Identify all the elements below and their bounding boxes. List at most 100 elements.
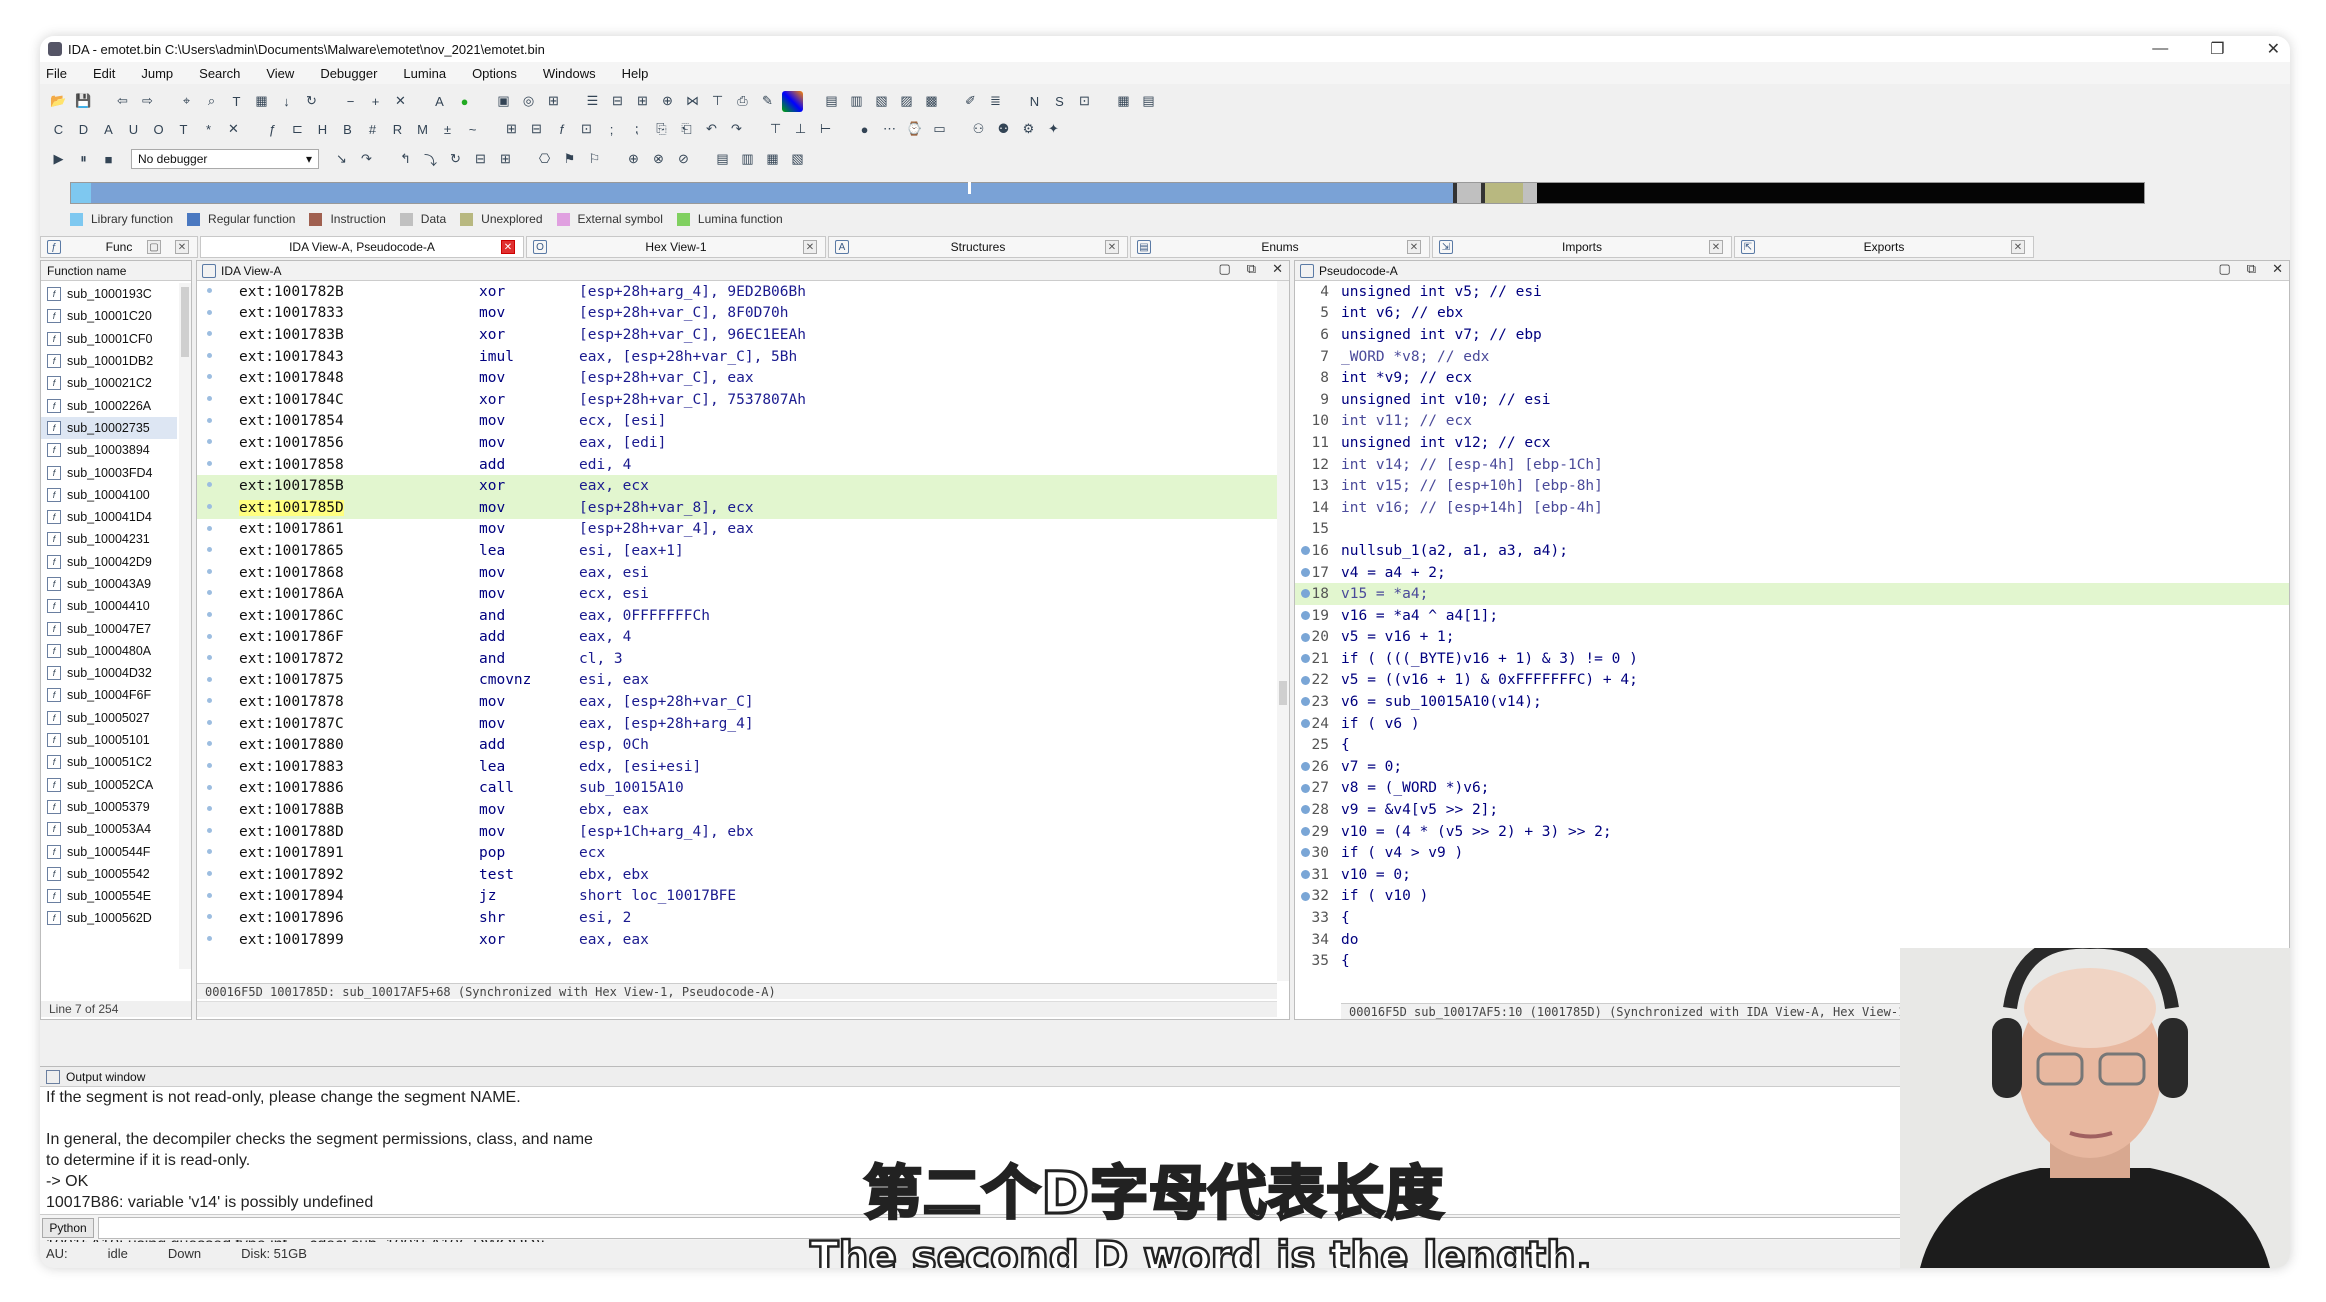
pseudocode-row[interactable]: 28 v9 = &v4[v5 >> 2]; xyxy=(1295,799,2289,821)
float-icon[interactable]: ▢ xyxy=(1219,261,1231,277)
function-list-item[interactable]: f sub_10004410 xyxy=(41,595,177,617)
dbg-a-icon[interactable]: ↻ xyxy=(445,149,466,170)
tree-b-icon[interactable]: ⊥ xyxy=(790,119,811,140)
dbg-h-icon[interactable]: ⊗ xyxy=(648,149,669,170)
pseudocode-row[interactable]: 13 int v15; // [esp+10h] [ebp-8h] xyxy=(1295,475,2289,497)
pseudocode-row[interactable]: 11 unsigned int v12; // ecx xyxy=(1295,432,2289,454)
dbg-l-icon[interactable]: ▦ xyxy=(762,149,783,170)
green-circle-icon[interactable]: ● xyxy=(454,91,475,112)
functions-header[interactable]: Function name xyxy=(41,261,191,281)
disassembly-row[interactable]: ext:10017854 mov ecx, [esi] xyxy=(197,411,1277,433)
char-icon[interactable]: R xyxy=(387,119,408,140)
pseudocode-row[interactable]: 18 v15 = *a4; xyxy=(1295,583,2289,605)
window-c-icon[interactable]: ▧ xyxy=(871,91,892,112)
edit-func-icon[interactable]: ✐ xyxy=(960,91,981,112)
menu-search[interactable]: Search xyxy=(199,66,240,81)
disassembly-row[interactable]: ext:10017865 lea esi, [eax+1] xyxy=(197,540,1277,562)
posterior-icon[interactable]: ⎗ xyxy=(676,119,697,140)
back-icon[interactable]: ⇦ xyxy=(112,91,133,112)
jump-icon[interactable]: ⌖ xyxy=(176,91,197,112)
hex-icon[interactable]: H xyxy=(312,119,333,140)
struct-var-icon[interactable]: T xyxy=(173,119,194,140)
disassembly-row[interactable]: ext:1001782B xor [esp+28h+arg_4], 9ED2B06B… xyxy=(197,281,1277,303)
scroll-thumb[interactable] xyxy=(1279,681,1287,705)
disassembly-row[interactable]: ext:1001786C and eax, 0FFFFFFFCh xyxy=(197,605,1277,627)
debugger-select[interactable]: No debugger ▾ xyxy=(131,149,319,169)
pseudocode-row[interactable]: 30 if ( v4 > v9 ) xyxy=(1295,842,2289,864)
breakpoint-dot-icon[interactable] xyxy=(1301,567,1310,577)
float-icon[interactable]: ▢ xyxy=(147,240,161,254)
bitwise-icon[interactable]: ~ xyxy=(462,119,483,140)
selectors-icon[interactable]: ⊡ xyxy=(1074,91,1095,112)
run-to-icon[interactable]: ⤵ xyxy=(420,149,441,170)
tab-close-icon[interactable]: ✕ xyxy=(175,240,189,254)
pseudocode-row[interactable]: 6 unsigned int v7; // ebp xyxy=(1295,324,2289,346)
dbg-d-icon[interactable]: ⎔ xyxy=(534,149,555,170)
disassembly-row[interactable]: ext:1001784C xor [esp+28h+var_C], 7537807A… xyxy=(197,389,1277,411)
tab-close-icon[interactable]: ✕ xyxy=(1709,240,1723,254)
close-icon[interactable]: ✕ xyxy=(1272,261,1283,277)
string-icon[interactable]: A xyxy=(429,91,450,112)
function-list-item[interactable]: f sub_1000544F xyxy=(41,840,177,862)
function-list-item[interactable]: f sub_100041D4 xyxy=(41,506,177,528)
function-list-item[interactable]: f sub_1000226A xyxy=(41,394,177,416)
function-list-item[interactable]: f sub_10004F6F xyxy=(41,684,177,706)
text-search-icon[interactable]: T xyxy=(226,91,247,112)
window-d-icon[interactable]: ▨ xyxy=(896,91,917,112)
hierarchy-icon[interactable]: ⊤ xyxy=(707,91,728,112)
function-list-item[interactable]: f sub_10005379 xyxy=(41,796,177,818)
disassembly-row[interactable]: ext:10017868 mov eax, esi xyxy=(197,562,1277,584)
sign-icon[interactable]: ± xyxy=(437,119,458,140)
breakpoint-dot-icon[interactable] xyxy=(1301,675,1310,685)
disassembly-row[interactable]: ext:10017880 add esp, 0Ch xyxy=(197,734,1277,756)
menu-options[interactable]: Options xyxy=(472,66,517,81)
disassembly-row[interactable]: ext:10017883 lea edx, [esi+esi] xyxy=(197,756,1277,778)
disassembly-row[interactable]: ext:1001783B xor [esp+28h+var_C], 96EC1EEA… xyxy=(197,324,1277,346)
flowchart-icon[interactable]: ⊞ xyxy=(543,91,564,112)
breakpoint-dot-icon[interactable] xyxy=(1301,632,1310,642)
step-over-icon[interactable]: ↷ xyxy=(356,149,377,170)
lumina-icon[interactable]: ⚉ xyxy=(993,119,1014,140)
python-button[interactable]: Python xyxy=(42,1217,94,1238)
disassembly-row[interactable]: ext:10017833 mov [esp+28h+var_C], 8F0D70h xyxy=(197,303,1277,325)
window-e-icon[interactable]: ▩ xyxy=(921,91,942,112)
function-list-item[interactable]: f sub_100052CA xyxy=(41,774,177,796)
breakpoint-dot-icon[interactable] xyxy=(1301,718,1310,728)
tab-enums[interactable]: ▤ Enums ✕ xyxy=(1130,236,1430,258)
breakpoint-icon[interactable]: ● xyxy=(854,119,875,140)
pseudocode-row[interactable]: 25 { xyxy=(1295,734,2289,756)
breakpoint-dot-icon[interactable] xyxy=(1301,870,1310,880)
pseudocode-row[interactable]: 5 int v6; // ebx xyxy=(1295,303,2289,325)
disassembly-row[interactable]: ext:1001786A mov ecx, esi xyxy=(197,583,1277,605)
pseudocode-row[interactable]: 8 int *v9; // ecx xyxy=(1295,367,2289,389)
dbg-g-icon[interactable]: ⊕ xyxy=(623,149,644,170)
save-icon[interactable]: 💾 xyxy=(73,91,94,112)
table-icon[interactable]: ⊞ xyxy=(632,91,653,112)
scroll-thumb[interactable] xyxy=(181,287,189,357)
pseudocode-row[interactable]: 33 { xyxy=(1295,907,2289,929)
function-list-item[interactable]: f sub_10002735 xyxy=(41,416,177,440)
dbg-e-icon[interactable]: ⚑ xyxy=(559,149,580,170)
menu-file[interactable]: File xyxy=(46,66,67,81)
tab-ida-view-pseudocode[interactable]: IDA View-A, Pseudocode-A ✕ xyxy=(200,236,524,258)
patch-icon[interactable]: ✎ xyxy=(757,91,778,112)
menu-edit[interactable]: Edit xyxy=(93,66,115,81)
plus-icon[interactable]: + xyxy=(365,91,386,112)
pause-icon[interactable]: ⏸ xyxy=(73,149,94,170)
dbg-b-icon[interactable]: ⊟ xyxy=(470,149,491,170)
names-icon[interactable]: N xyxy=(1024,91,1045,112)
function-list-item[interactable]: f sub_100021C2 xyxy=(41,372,177,394)
disassembly-row[interactable]: ext:10017892 test ebx, ebx xyxy=(197,864,1277,886)
disassembly-row[interactable]: ext:1001787C mov eax, [esp+28h+arg_4] xyxy=(197,713,1277,735)
struct-icon[interactable]: ⊟ xyxy=(607,91,628,112)
function-list-item[interactable]: f sub_100043A9 xyxy=(41,573,177,595)
dbg-c-icon[interactable]: ⊞ xyxy=(495,149,516,170)
pseudocode-row[interactable]: 27 v8 = (_WORD *)v6; xyxy=(1295,778,2289,800)
forward-icon[interactable]: ⇨ xyxy=(137,91,158,112)
disassembly-row[interactable]: ext:10017861 mov [esp+28h+var_4], eax xyxy=(197,519,1277,541)
sel-icon[interactable]: ⊟ xyxy=(526,119,547,140)
refresh-icon[interactable]: ↻ xyxy=(301,91,322,112)
functions-scrollbar[interactable] xyxy=(179,283,191,969)
segments-icon[interactable]: S xyxy=(1049,91,1070,112)
dec-icon[interactable]: # xyxy=(362,119,383,140)
